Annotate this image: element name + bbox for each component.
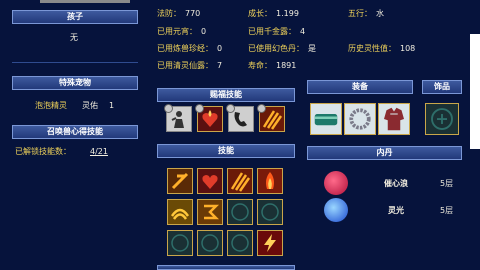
phone-claw-icon[interactable] (226, 104, 254, 132)
stat-value: 0 (201, 27, 207, 36)
top-header-fragment (40, 0, 130, 3)
jade-bracelet-icon[interactable] (310, 103, 342, 135)
skills-grid (165, 166, 289, 262)
stat-element: 五行： 水 (348, 9, 384, 19)
stat-value: 1891 (276, 61, 297, 70)
bound-skills-header: 赐福技能 (157, 88, 295, 102)
triple-claw-icon[interactable] (257, 104, 285, 132)
triple-claw-icon[interactable] (227, 168, 253, 194)
bottom-header-fragment (157, 265, 295, 270)
armor-vest-icon[interactable] (378, 103, 410, 135)
stat-qianjinlu: 已用千金露： 4 (248, 27, 305, 37)
lock-badge-icon (226, 104, 235, 113)
stat-value: 水 (376, 9, 384, 18)
unlocked-skills-value[interactable]: 4/21 (90, 147, 108, 157)
stat-label: 已用元宵： (157, 27, 197, 36)
stat-label: 历史灵性值： (348, 44, 396, 53)
heart-flame-icon[interactable] (197, 168, 223, 194)
empty-skill-slot[interactable] (197, 230, 223, 256)
neidan-header: 内丹 (307, 146, 462, 160)
stat-lingxing: 历史灵性值： 108 (348, 44, 415, 54)
lock-badge-icon (257, 104, 266, 113)
special-pet-count: 1 (109, 101, 115, 110)
empty-skill-slot[interactable] (227, 199, 253, 225)
stat-huanse: 已使用幻色丹： 是 (248, 44, 316, 54)
stat-label: 已使用幻色丹： (248, 44, 304, 53)
fire-burst-icon[interactable] (257, 168, 283, 194)
stat-value: 7 (217, 61, 223, 70)
neidan-level: 5层 (440, 179, 454, 188)
stat-label: 已用千金露： (248, 27, 296, 36)
stat-value: 770 (185, 9, 201, 18)
shadow-figure-icon[interactable] (164, 104, 192, 132)
stat-value: 是 (308, 44, 316, 53)
stat-growth: 成长： 1.199 (248, 9, 299, 19)
stat-lianshou: 已用炼兽珍经： 0 (157, 44, 222, 54)
neidan-level: 5层 (440, 206, 454, 215)
pearl-necklace-icon[interactable] (344, 103, 376, 135)
special-pet-skill: 灵佑 (82, 101, 98, 110)
child-header: 孩子 (12, 10, 138, 24)
heart-flame-icon[interactable] (195, 104, 223, 132)
accessory-slot[interactable] (425, 103, 459, 135)
stat-lifespan: 寿命： 1891 (248, 61, 296, 71)
special-pet-header: 特殊宠物 (12, 76, 138, 90)
empty-skill-slot[interactable] (257, 199, 283, 225)
stat-value: 1.199 (276, 9, 299, 18)
side-panel-fragment (470, 34, 480, 149)
equipment-header: 装备 (307, 80, 413, 94)
stat-magic-def: 法防： 770 (157, 9, 200, 19)
special-pet-name: 泡泡精灵 (35, 101, 67, 110)
stat-label: 已用炼兽珍经： (157, 44, 213, 53)
rune-glyph-icon[interactable] (197, 199, 223, 225)
empty-skill-slot[interactable] (227, 230, 253, 256)
stat-label: 成长： (248, 9, 272, 18)
stat-label: 法防： (157, 9, 181, 18)
stat-yuanxiao: 已用元宵： 0 (157, 27, 206, 37)
neidan-orb-blue-icon[interactable] (324, 198, 348, 222)
divider (12, 62, 138, 63)
stat-label: 五行： (348, 9, 372, 18)
lock-badge-icon (164, 104, 173, 113)
sword-slash-icon[interactable] (167, 168, 193, 194)
child-value: 无 (70, 33, 78, 42)
stat-qinglinglu: 已用清灵仙露： 7 (157, 61, 222, 71)
stat-value: 108 (400, 44, 416, 53)
summon-skills-header: 召唤兽心得技能 (12, 125, 138, 139)
lock-badge-icon (195, 104, 204, 113)
accessory-header: 饰品 (422, 80, 462, 94)
neidan-name: 催心浪 (384, 179, 408, 188)
stat-label: 寿命： (248, 61, 272, 70)
neidan-orb-red-icon[interactable] (324, 171, 348, 195)
wind-swirl-icon[interactable] (167, 199, 193, 225)
lightning-icon[interactable] (257, 230, 283, 256)
stat-label: 已用清灵仙露： (157, 61, 213, 70)
stat-value: 4 (300, 27, 306, 36)
skills-header: 技能 (157, 144, 295, 158)
neidan-name: 灵光 (388, 206, 404, 215)
stat-value: 0 (217, 44, 223, 53)
empty-skill-slot[interactable] (167, 230, 193, 256)
unlocked-skills-label: 已解锁技能数： (15, 147, 71, 156)
